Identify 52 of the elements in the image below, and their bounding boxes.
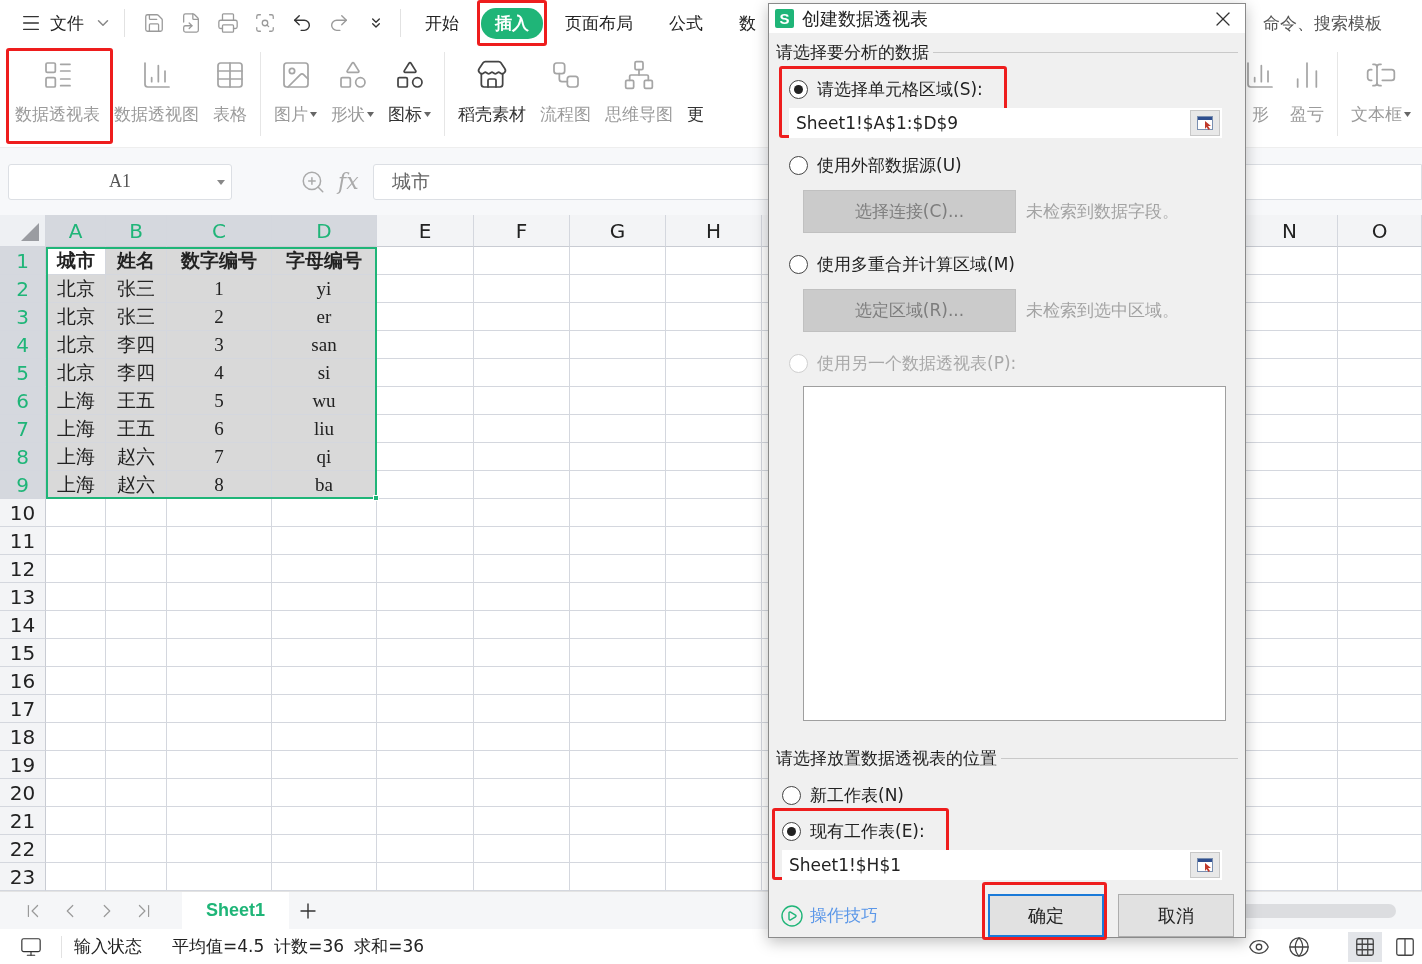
table-cell: yi (272, 275, 377, 303)
option-label: 现有工作表(E): (810, 819, 925, 843)
table-cell: 数字编号 (167, 247, 272, 275)
table-cell: er (272, 303, 377, 331)
status-stat: 求和=36 (354, 935, 425, 958)
table-cell: 2 (167, 303, 272, 331)
table-cell: 6 (167, 415, 272, 443)
table-cell: 赵六 (106, 471, 167, 499)
table-cell: 1 (167, 275, 272, 303)
table-cell: san (272, 331, 377, 359)
table-cell: 北京 (46, 275, 106, 303)
table-cell: 张三 (106, 303, 167, 331)
table-cell: 王五 (106, 387, 167, 415)
table-cell: 5 (167, 387, 272, 415)
option-label: 请选择单元格区域(S): (817, 77, 983, 101)
option-label: 使用多重合并计算区域(M) (817, 252, 1015, 276)
table-cell: 3 (167, 331, 272, 359)
status-note: 未检索到选中区域。 (1026, 299, 1179, 322)
option-label: 使用另一个数据透视表(P): (817, 351, 1017, 375)
section-heading: 请选择要分析的数据 (776, 41, 929, 64)
table-cell: wu (272, 387, 377, 415)
table-cell: liu (272, 415, 377, 443)
option-label: 新工作表(N) (810, 783, 904, 807)
dialog-title: 创建数据透视表 (802, 6, 928, 31)
table-cell: 李四 (106, 359, 167, 387)
table-cell: 上海 (46, 387, 106, 415)
status-stat: 平均值=4.5 (172, 935, 265, 958)
table-cell: 4 (167, 359, 272, 387)
table-cell: 字母编号 (272, 247, 377, 275)
table-cell: 城市 (46, 247, 106, 275)
app-logo: S (775, 9, 794, 28)
table-cell: ba (272, 471, 377, 499)
status-note: 未检索到数据字段。 (1026, 200, 1179, 223)
table-cell: 北京 (46, 359, 106, 387)
table-cell: 7 (167, 443, 272, 471)
table-cell: qi (272, 443, 377, 471)
table-cell: 李四 (106, 331, 167, 359)
table-cell: 上海 (46, 415, 106, 443)
table-cell: 赵六 (106, 443, 167, 471)
table-cell: 8 (167, 471, 272, 499)
table-cell: 姓名 (106, 247, 167, 275)
table-cell: 上海 (46, 443, 106, 471)
status-stat: 计数=36 (274, 935, 345, 958)
section-heading: 请选择放置数据透视表的位置 (776, 747, 997, 770)
table-cell: 上海 (46, 471, 106, 499)
table-cell: 张三 (106, 275, 167, 303)
option-label: 使用外部数据源(U) (817, 153, 962, 177)
table-cell: si (272, 359, 377, 387)
input-status: 输入状态 (74, 935, 142, 958)
table-cell: 北京 (46, 331, 106, 359)
table-cell: 王五 (106, 415, 167, 443)
table-cell: 北京 (46, 303, 106, 331)
